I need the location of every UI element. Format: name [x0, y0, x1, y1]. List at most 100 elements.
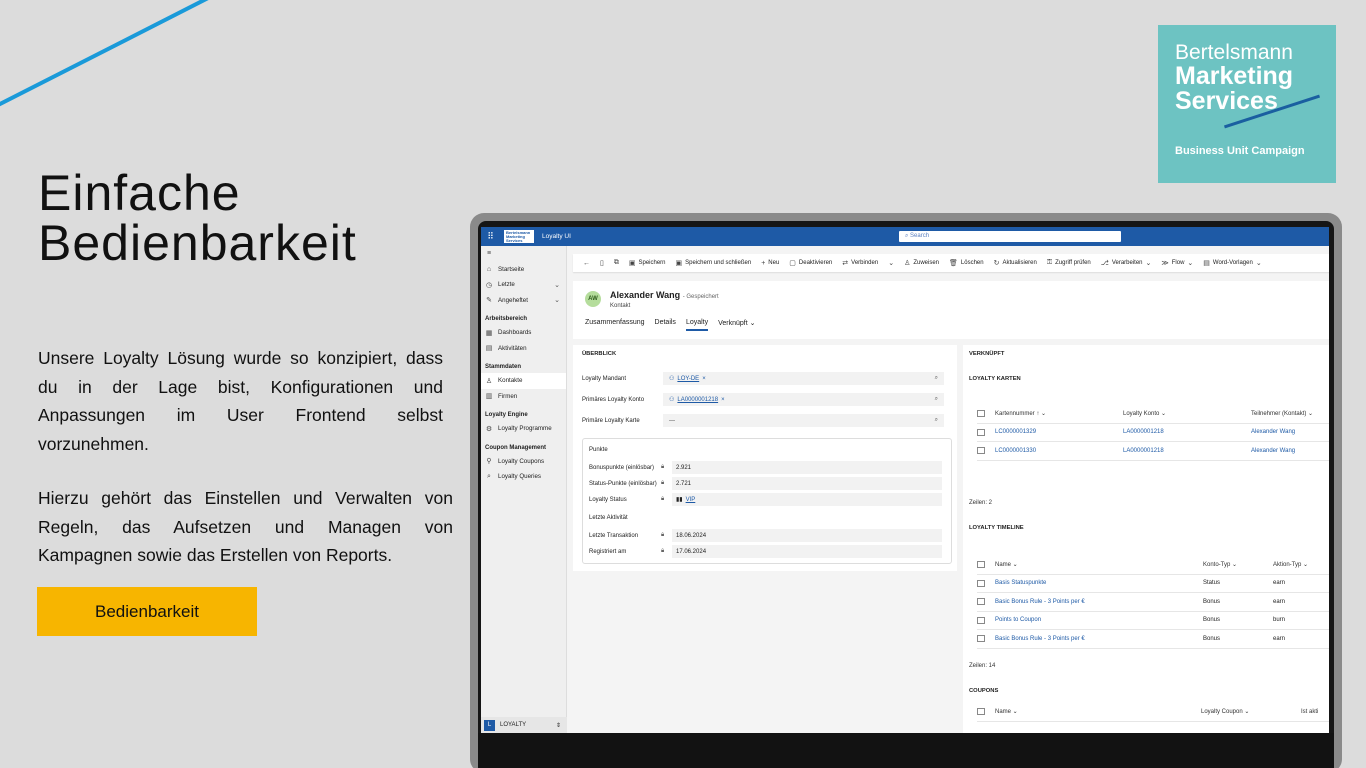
- app-topbar: ⠿ Bertelsmann Marketing Services Loyalty…: [481, 227, 1329, 246]
- more-chevron-button[interactable]: ⌄: [888, 259, 894, 267]
- coupon-icon: ⚲: [486, 458, 492, 466]
- karte-lookup[interactable]: --- ⌕: [663, 414, 944, 427]
- timeline-row-count: Zeilen: 14: [969, 663, 996, 669]
- table-row[interactable]: Basis Statuspunkte Status earn: [977, 575, 1329, 593]
- select-all-checkbox[interactable]: [977, 708, 985, 716]
- app-title[interactable]: Loyalty UI: [542, 233, 571, 240]
- table-header: Name ⌄ Konto-Typ ⌄ Aktion-Typ ⌄: [977, 556, 1329, 575]
- sidebar-item-aktivitaeten[interactable]: ▤ Aktivitäten: [481, 341, 566, 357]
- row-checkbox[interactable]: [977, 598, 985, 606]
- search-icon[interactable]: ⌕: [935, 417, 938, 424]
- back-button[interactable]: ←: [583, 260, 590, 267]
- sidebar-item-letzte[interactable]: ◷ Letzte ⌄: [481, 277, 566, 293]
- logo-tagline: Business Unit Campaign: [1175, 145, 1305, 157]
- konto-lookup[interactable]: ⚇ LA0000001218 × ⌕: [663, 393, 944, 406]
- clock-icon: ◷: [485, 281, 493, 289]
- open-new-window-button[interactable]: ⧉: [614, 259, 619, 267]
- avatar: AW: [585, 291, 601, 307]
- detail-paragraph: Hierzu gehört das Einstellen und Verwalt…: [38, 488, 453, 565]
- chevron-down-icon: ⌄: [554, 297, 560, 305]
- row-checkbox[interactable]: [977, 447, 985, 455]
- row-checkbox[interactable]: [977, 616, 985, 624]
- chevron-down-icon: ⌄: [1187, 260, 1194, 267]
- save-button[interactable]: ▣ Speichern: [629, 259, 666, 267]
- tab-verknuepft[interactable]: Verknüpft ⌄: [718, 319, 755, 331]
- activity-title: Letzte Aktivität: [589, 515, 628, 521]
- record-header: AW Alexander Wang - Gespeichert Kontakt …: [573, 281, 1329, 339]
- chevron-down-icon: ⌄: [554, 281, 560, 289]
- sidebar-item-angeheftet[interactable]: ✎ Angeheftet ⌄: [481, 293, 566, 309]
- sidebar-section-coupon-management: Coupon Management: [485, 444, 546, 451]
- column-header[interactable]: Kartennummer ↑ ⌄: [995, 410, 1123, 417]
- row-checkbox[interactable]: [977, 579, 985, 587]
- remove-icon[interactable]: ×: [702, 376, 706, 382]
- sidebar-item-startseite[interactable]: ⌂ Startseite: [481, 262, 566, 278]
- select-all-checkbox[interactable]: [977, 410, 985, 418]
- table-row[interactable]: Basic Bonus Rule - 3 Points per € Bonus …: [977, 593, 1329, 612]
- refresh-button[interactable]: ↻ Aktualisieren: [994, 259, 1037, 267]
- column-header[interactable]: Ist akti: [1301, 709, 1318, 715]
- table-row[interactable]: LC0000001330 LA0000001218 Alexander Wang: [977, 442, 1329, 461]
- sidebar-item-firmen[interactable]: ▥ Firmen: [481, 389, 566, 405]
- chevron-down-icon: ⌄: [1145, 260, 1152, 267]
- bedienbarkeit-button[interactable]: Bedienbarkeit: [37, 587, 257, 636]
- field-loyalty-status: Loyalty Status 🔒︎ ▮▮ VIP: [589, 493, 942, 506]
- global-search-input[interactable]: ⌕ Search: [899, 231, 1121, 242]
- mandant-lookup[interactable]: ⚇ LOY-DE × ⌕: [663, 372, 944, 385]
- table-row[interactable]: Points to Coupon Bonus burn: [977, 612, 1329, 630]
- word-templates-button[interactable]: ▤ Word-Vorlagen ⌄: [1203, 259, 1261, 267]
- search-icon[interactable]: ⌕: [935, 396, 938, 403]
- sidebar-item-dashboards[interactable]: ▦ Dashboards: [481, 325, 566, 341]
- table-row[interactable]: Basic Bonus Rule - 3 Points per € Bonus …: [977, 630, 1329, 649]
- sidebar-item-loyalty-programme[interactable]: ⚙ Loyalty Programme: [481, 421, 566, 437]
- account-icon: ⚇: [669, 397, 675, 403]
- column-header[interactable]: Name ⌄: [995, 561, 1203, 568]
- delete-button[interactable]: 🗑 Löschen: [949, 259, 984, 267]
- sidebar-item-kontakte[interactable]: ♙ Kontakte: [481, 373, 566, 389]
- process-button[interactable]: ⎇ Verarbeiten ⌄: [1101, 259, 1152, 267]
- intro-paragraph: Unsere Loyalty Lösung wurde so konzipier…: [38, 348, 443, 454]
- sidebar-item-loyalty-coupons[interactable]: ⚲ Loyalty Coupons: [481, 454, 566, 470]
- building-icon: ▥: [485, 393, 493, 401]
- column-header[interactable]: Teilnehmer (Kontakt) ⌄: [1251, 410, 1313, 417]
- person-icon: ♙: [485, 377, 493, 385]
- search-icon[interactable]: ⌕: [935, 375, 938, 382]
- table-row[interactable]: LC0000001329 LA0000001218 Alexander Wang: [977, 424, 1329, 442]
- column-header[interactable]: Aktion-Typ ⌄: [1273, 561, 1308, 568]
- connect-button[interactable]: ⇄ Verbinden: [842, 259, 878, 267]
- check-access-button[interactable]: ⚿ Zugriff prüfen: [1047, 259, 1091, 267]
- new-button[interactable]: + Neu: [761, 260, 779, 267]
- row-checkbox[interactable]: [977, 428, 985, 436]
- loyalty-timeline-table: Name ⌄ Konto-Typ ⌄ Aktion-Typ ⌄ Basis St…: [977, 556, 1329, 649]
- remove-icon[interactable]: ×: [721, 397, 725, 403]
- tab-zusammenfassung[interactable]: Zusammenfassung: [585, 319, 645, 331]
- tab-details[interactable]: Details: [655, 319, 676, 331]
- record-tabs: Zusammenfassung Details Loyalty Verknüpf…: [585, 319, 756, 331]
- refresh-icon: ↻: [993, 260, 1000, 267]
- hamburger-menu[interactable]: ≡: [481, 246, 566, 262]
- app-launcher-icon[interactable]: ⠿: [481, 227, 500, 246]
- area-switcher[interactable]: L LOYALTY ⇕: [481, 717, 567, 733]
- process-icon: ⎇: [1100, 260, 1109, 267]
- search-icon: ⌕: [487, 472, 491, 480]
- tab-loyalty[interactable]: Loyalty: [685, 319, 709, 331]
- deactivate-button[interactable]: ▢ Deaktivieren: [789, 259, 832, 267]
- deactivate-icon: ▢: [789, 260, 796, 267]
- chevron-updown-icon: ⇕: [555, 722, 561, 729]
- key-icon: ⚿: [1046, 259, 1053, 266]
- column-header[interactable]: Name ⌄: [995, 708, 1201, 715]
- document-icon: ▯: [600, 260, 604, 267]
- assign-button[interactable]: ♙ Zuweisen: [904, 259, 939, 267]
- row-checkbox[interactable]: [977, 635, 985, 643]
- column-header[interactable]: Loyalty Konto ⌄: [1123, 410, 1251, 417]
- save-close-button[interactable]: ▣ Speichern und schließen: [676, 259, 752, 267]
- column-header[interactable]: Loyalty Coupon ⌄: [1201, 708, 1301, 715]
- select-all-checkbox[interactable]: [977, 561, 985, 569]
- record-icon-button[interactable]: ▯: [600, 259, 604, 267]
- lock-icon: 🔒︎: [661, 548, 665, 554]
- column-header[interactable]: Konto-Typ ⌄: [1203, 561, 1273, 568]
- sidebar-item-loyalty-queries[interactable]: ⌕ Loyalty Queries: [481, 469, 566, 485]
- flow-button[interactable]: ≫ Flow ⌄: [1161, 259, 1193, 267]
- decorative-accent-line: [0, 0, 214, 116]
- hamburger-icon: ≡: [486, 250, 492, 258]
